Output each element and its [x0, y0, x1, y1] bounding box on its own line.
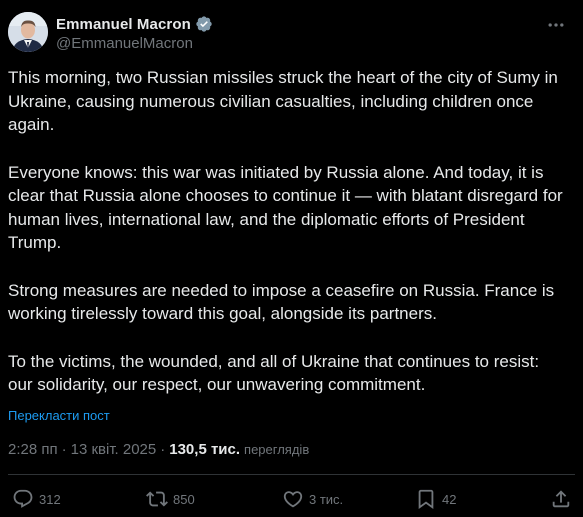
- heart-icon: [283, 491, 303, 508]
- repost-button[interactable]: 850: [146, 488, 195, 510]
- meta-separator: ·: [61, 441, 67, 458]
- repost-icon: [146, 491, 168, 507]
- handle[interactable]: @EmmanuelMacron: [56, 35, 193, 52]
- more-options-icon[interactable]: [545, 14, 567, 36]
- tweet-paragraph: To the victims, the wounded, and all of …: [8, 351, 540, 395]
- share-button[interactable]: [550, 488, 572, 510]
- avatar[interactable]: [8, 12, 48, 52]
- tweet-meta: 2:28 пп · 13 квіт. 2025 · 130,5 тис. пер…: [8, 441, 309, 458]
- views-count[interactable]: 130,5 тис.: [169, 441, 240, 458]
- translate-post-link[interactable]: Перекласти пост: [8, 408, 110, 423]
- views-label: переглядів: [244, 442, 310, 457]
- reply-count: 312: [39, 491, 61, 507]
- tweet-paragraph: Strong measures are needed to impose a c…: [8, 280, 555, 324]
- tweet-text: This morning, two Russian missiles struc…: [8, 66, 568, 397]
- repost-count: 850: [173, 491, 195, 507]
- bookmark-icon: [418, 489, 434, 510]
- tweet-date[interactable]: 13 квіт. 2025: [71, 441, 157, 458]
- like-button[interactable]: 3 тис.: [282, 488, 343, 510]
- tweet-paragraph: Everyone knows: this war was initiated b…: [8, 162, 563, 253]
- avatar-image: [8, 12, 48, 52]
- share-icon: [552, 490, 570, 508]
- name-row: Emmanuel Macron: [56, 14, 213, 34]
- meta-separator: ·: [160, 441, 166, 458]
- reply-button[interactable]: 312: [12, 488, 61, 510]
- tweet: Emmanuel Macron @EmmanuelMacron This mor…: [0, 0, 583, 517]
- bookmark-count: 42: [442, 491, 457, 507]
- action-bar: 312 850 3 тис. 42: [10, 488, 573, 512]
- tweet-paragraph: This morning, two Russian missiles struc…: [8, 68, 558, 134]
- reply-icon: [13, 489, 33, 508]
- tweet-header: Emmanuel Macron @EmmanuelMacron: [8, 12, 575, 56]
- verified-badge-icon: [195, 15, 213, 33]
- display-name[interactable]: Emmanuel Macron: [56, 16, 191, 33]
- tweet-time[interactable]: 2:28 пп: [8, 441, 58, 458]
- bookmark-button[interactable]: 42: [415, 488, 456, 510]
- divider: [8, 474, 575, 475]
- like-count: 3 тис.: [309, 491, 344, 507]
